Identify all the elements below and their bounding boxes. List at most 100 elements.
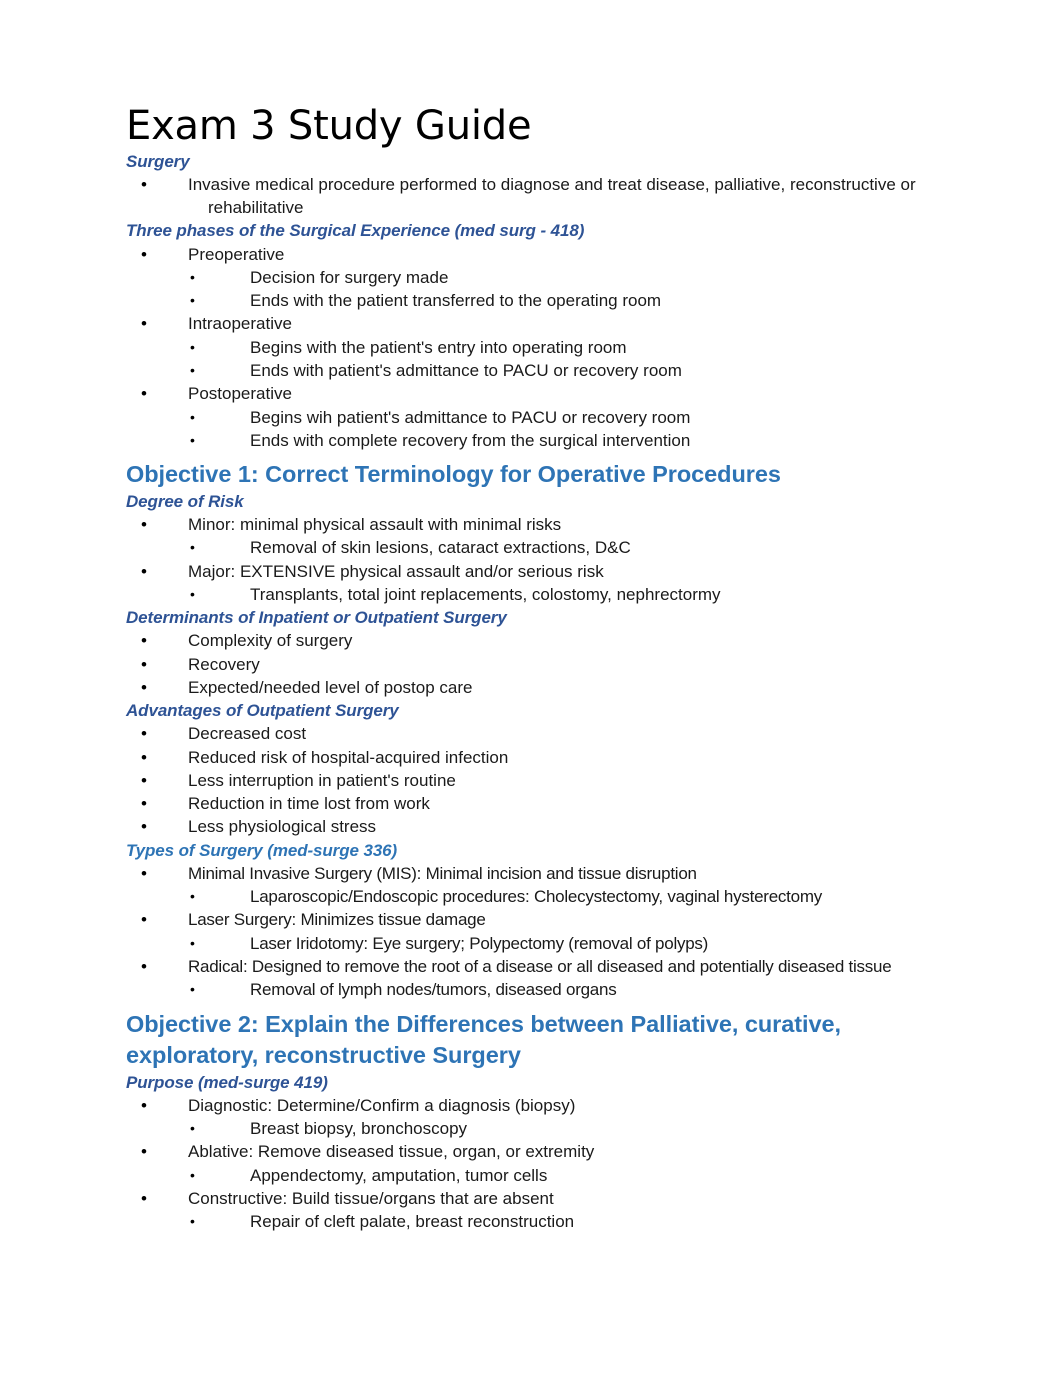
list-item-text: Minimal Invasive Surgery (MIS): Minimal …: [188, 863, 697, 883]
list-item-text: Begins wih patient's admittance to PACU …: [250, 407, 691, 427]
bullet-icon: •: [141, 654, 147, 674]
bullet-icon: •: [141, 677, 147, 697]
list-item-text: Appendectomy, amputation, tumor cells: [250, 1165, 548, 1185]
list-item-text: Complexity of surgery: [188, 631, 353, 651]
list-item-text: Decision for surgery made: [250, 267, 449, 287]
bullet-icon: •: [190, 361, 195, 378]
list-item: • Breast biopsy, bronchoscopy: [126, 1117, 936, 1140]
list-item: • Complexity of surgery: [126, 629, 936, 652]
bullet-icon: •: [141, 314, 147, 334]
section-subheading-purpose: Purpose (med-surge 419): [126, 1072, 328, 1092]
list-item: • Minimal Invasive Surgery (MIS): Minimal…: [126, 862, 936, 885]
bullet-icon: •: [141, 724, 147, 744]
bullet-icon: •: [141, 910, 147, 930]
list-item-text: Laser Surgery: Minimizes tissue damage: [188, 910, 486, 930]
section-subheading-types-of-surgery: Types of Surgery (med-surge 336): [126, 840, 398, 860]
objective-1-heading: Objective 1: Correct Terminology for Ope…: [126, 461, 781, 488]
bullet-icon: •: [190, 1166, 195, 1183]
list-item-text: Minor: minimal physical assault with min…: [188, 515, 562, 535]
list-item-text: Ends with the patient transferred to the…: [250, 291, 662, 311]
list-item: • Radical: Designed to remove the root of…: [126, 955, 936, 978]
list-item: • Reduction in time lost from work: [126, 792, 936, 815]
list-item: • Less interruption in patient's routine: [126, 769, 936, 792]
document-page: Exam 3 Study Guide Surgery • Invasive medi…: [0, 0, 1062, 1377]
list-item-text: Laparoscopic/Endoscopic procedures: Chol…: [250, 887, 823, 907]
document-body: Surgery • Invasive medical procedure perfo…: [126, 151, 936, 1234]
list-item-text: Expected/needed level of postop care: [188, 677, 473, 697]
section-subheading-degree-of-risk: Degree of Risk: [126, 492, 244, 512]
page-title: Exam 3 Study Guide: [126, 103, 532, 149]
list-item-text: Radical: Designed to remove the root of …: [188, 956, 892, 976]
list-item-text: Preoperative: [188, 244, 285, 264]
list-item: • Begins wih patient's admittance to PACU…: [126, 406, 936, 429]
bullet-icon: •: [190, 408, 195, 425]
list-item-text: Ends with complete recovery from the sur…: [250, 430, 691, 450]
list-item: • Laser Iridotomy: Eye surgery; Polypecto…: [126, 932, 936, 955]
list-item: • Reduced risk of hospital-acquired infec…: [126, 746, 936, 769]
bullet-icon: •: [190, 338, 195, 355]
bullet-icon: •: [141, 631, 147, 651]
list-item: • Less physiological stress: [126, 815, 936, 838]
bullet-icon: •: [190, 539, 195, 556]
bullet-icon: •: [190, 431, 195, 448]
bullet-list-surgery: • Invasive medical procedure performed to…: [126, 173, 936, 220]
list-item: • Ablative: Remove diseased tissue, organ…: [126, 1140, 936, 1163]
bullet-icon: •: [141, 384, 147, 404]
list-item: • Postoperative: [126, 382, 936, 405]
list-item: • Recovery: [126, 653, 936, 676]
bullet-icon: •: [141, 1095, 147, 1115]
bullet-list-three-phases: • Preoperative • Decision for surgery made •…: [126, 243, 936, 453]
list-item: • Ends with the patient transferred to th…: [126, 289, 936, 312]
list-item-text: Invasive medical procedure performed to …: [188, 174, 916, 218]
bullet-icon: •: [190, 1119, 195, 1136]
bullet-list-degree-of-risk: • Minor: minimal physical assault with mi…: [126, 513, 936, 606]
section-subheading-three-phases: Three phases of the Surgical Experience …: [126, 221, 585, 241]
list-item: • Repair of cleft palate, breast reconstr…: [126, 1210, 936, 1233]
list-item: • Laser Surgery: Minimizes tissue damage: [126, 908, 936, 931]
bullet-icon: •: [141, 561, 147, 581]
list-item-text: Repair of cleft palate, breast reconstru…: [250, 1212, 575, 1232]
bullet-icon: •: [141, 244, 147, 264]
list-item-text: Decreased cost: [188, 724, 307, 744]
bullet-icon: •: [190, 1213, 195, 1230]
section-subheading-advantages-outpatient: Advantages of Outpatient Surgery: [126, 701, 399, 721]
bullet-icon: •: [190, 586, 195, 603]
list-item-text: Major: EXTENSIVE physical assault and/or…: [188, 561, 604, 581]
list-item-text: Breast biopsy, bronchoscopy: [250, 1118, 468, 1138]
bullet-list-advantages-outpatient: • Decreased cost • Reduced risk of hospital…: [126, 722, 936, 838]
bullet-list-purpose: • Diagnostic: Determine/Confirm a diagnos…: [126, 1094, 936, 1234]
list-item-text: Reduced risk of hospital-acquired infect…: [188, 747, 509, 767]
list-item-text: Less interruption in patient's routine: [188, 770, 456, 790]
bullet-icon: •: [190, 981, 195, 998]
list-item-text: Ablative: Remove diseased tissue, organ,…: [188, 1142, 595, 1162]
list-item: • Ends with patient's admittance to PACU …: [126, 359, 936, 382]
list-item: • Ends with complete recovery from the su…: [126, 429, 936, 452]
list-item-text: Diagnostic: Determine/Confirm a diagnosi…: [188, 1095, 576, 1115]
list-item-text: Reduction in time lost from work: [188, 794, 430, 814]
list-item: • Preoperative: [126, 243, 936, 266]
bullet-icon: •: [190, 934, 195, 951]
bullet-icon: •: [190, 888, 195, 905]
list-item: • Invasive medical procedure performed to…: [126, 173, 936, 220]
list-item: • Laparoscopic/Endoscopic procedures: Cho…: [126, 885, 936, 908]
list-item: • Intraoperative: [126, 312, 936, 335]
bullet-icon: •: [141, 956, 147, 976]
list-item: • Decreased cost: [126, 722, 936, 745]
bullet-icon: •: [141, 515, 147, 535]
list-item-text: Transplants, total joint replacements, c…: [250, 585, 721, 605]
bullet-icon: •: [141, 174, 147, 194]
list-item: • Removal of skin lesions, cataract extra…: [126, 536, 936, 559]
list-item: • Decision for surgery made: [126, 266, 936, 289]
bullet-icon: •: [141, 770, 147, 790]
list-item: • Removal of lymph nodes/tumors, diseased…: [126, 978, 936, 1001]
list-item-text: Ends with patient's admittance to PACU o…: [250, 360, 682, 380]
objective-2-heading: Objective 2: Explain the Differences bet…: [126, 1010, 842, 1068]
list-item: • Minor: minimal physical assault with mi…: [126, 513, 936, 536]
bullet-icon: •: [141, 817, 147, 837]
list-item: • Diagnostic: Determine/Confirm a diagnos…: [126, 1094, 936, 1117]
section-subheading-surgery: Surgery: [126, 151, 190, 171]
bullet-icon: •: [141, 747, 147, 767]
list-item-text: Removal of skin lesions, cataract extrac…: [250, 538, 631, 558]
list-item-text: Recovery: [188, 654, 260, 674]
section-subheading-determinants: Determinants of Inpatient or Outpatient …: [126, 608, 507, 628]
